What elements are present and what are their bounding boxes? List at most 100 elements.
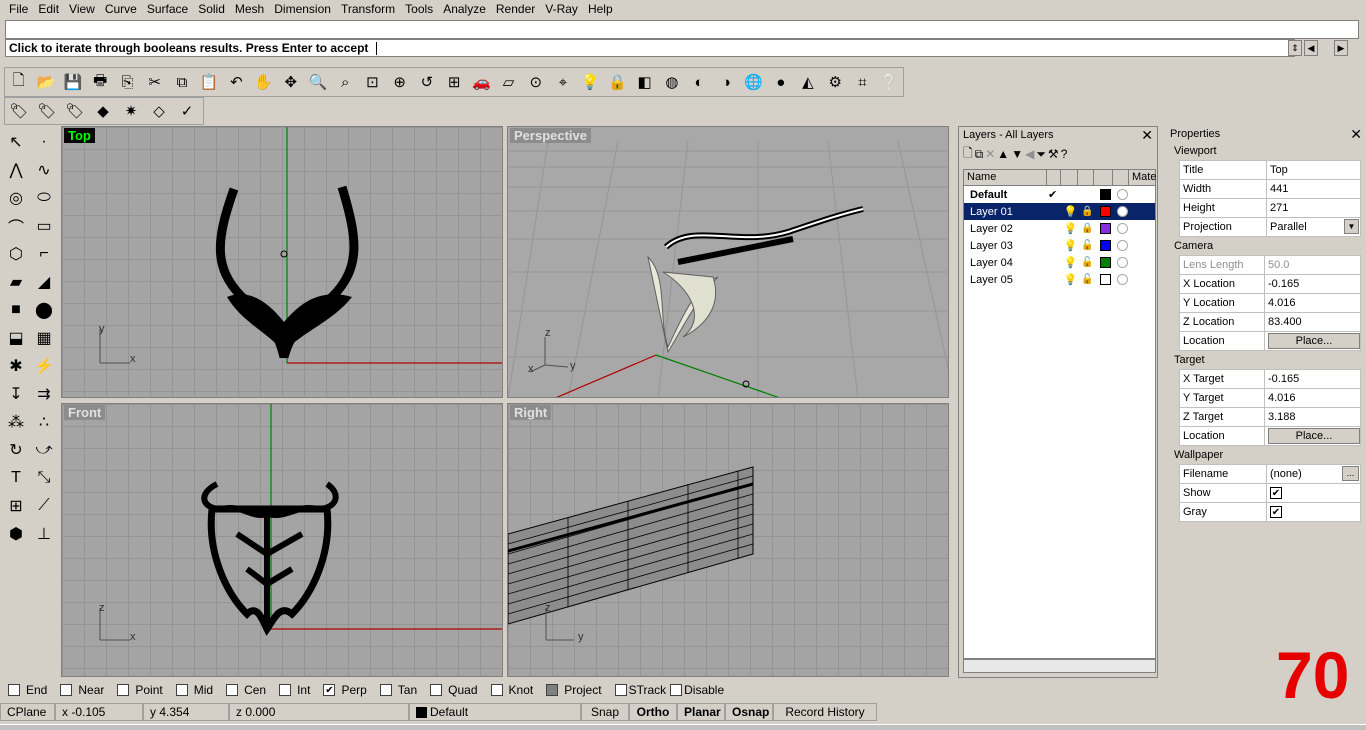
y-target-field[interactable]: 4.016 — [1264, 388, 1361, 408]
chevron-down-icon[interactable]: ▼ — [1344, 219, 1359, 234]
help-icon[interactable]: ? — [1061, 147, 1068, 161]
menu-render[interactable]: Render — [491, 2, 540, 16]
point-icon[interactable]: · — [30, 128, 58, 156]
column-name[interactable]: Name — [964, 170, 1047, 185]
checkbox[interactable] — [117, 683, 130, 696]
tag-icon[interactable]: 🏷 — [5, 97, 33, 125]
scale-icon[interactable]: ⤡ — [30, 464, 58, 492]
target-place-button[interactable]: Place... — [1268, 428, 1360, 444]
select-arrow-icon[interactable]: ↖ — [2, 128, 30, 156]
osnap-point[interactable]: Point — [117, 683, 163, 697]
copy-icon[interactable]: ⧉ — [168, 68, 195, 96]
new-layer-icon[interactable]: 🗋 — [963, 144, 973, 165]
lock-closed-icon[interactable]: 🔒 — [1079, 206, 1096, 217]
rebuild-icon[interactable]: ⤻ — [30, 436, 58, 464]
layer-list-scrollbar[interactable] — [963, 659, 1156, 673]
tag-outline-icon[interactable]: ◇ — [145, 97, 173, 125]
circle-icon[interactable]: ◎ — [2, 184, 30, 212]
rectangle-icon[interactable]: ▭ — [30, 212, 58, 240]
menu-dimension[interactable]: Dimension — [269, 2, 336, 16]
checkbox[interactable] — [226, 683, 239, 696]
osnap-mid[interactable]: Mid — [175, 683, 213, 697]
menu-edit[interactable]: Edit — [33, 2, 64, 16]
filename-field[interactable]: (none)... — [1266, 464, 1361, 484]
checkbox-filled[interactable] — [546, 683, 559, 696]
lock-open-icon[interactable]: 🔓 — [1079, 274, 1096, 285]
render-sphere-icon[interactable]: ● — [767, 68, 794, 96]
rotate-view-icon[interactable]: ✥ — [277, 68, 304, 96]
import-icon[interactable]: ⎘ — [114, 68, 141, 96]
surface-icon[interactable]: ▰ — [2, 268, 30, 296]
command-prompt[interactable]: Click to iterate through booleans result… — [5, 39, 1295, 57]
analyze-icon[interactable]: ⟋ — [30, 492, 58, 520]
y-location-field[interactable]: 4.016 — [1264, 293, 1361, 313]
gumball-icon[interactable]: ◭ — [794, 68, 821, 96]
material-circle-icon[interactable] — [1117, 240, 1128, 251]
box-solid-icon[interactable]: ■ — [2, 296, 30, 324]
camera-place-button[interactable]: Place... — [1268, 333, 1360, 349]
layer-color-swatch[interactable] — [1100, 223, 1111, 234]
cplane-indicator[interactable]: CPlane — [0, 703, 55, 721]
light-bulb-on-icon[interactable]: 💡 — [1062, 239, 1079, 252]
ellipse-icon[interactable]: ⬭ — [30, 184, 58, 212]
options-gear-icon[interactable]: ⚙ — [822, 68, 849, 96]
x-location-field[interactable]: -0.165 — [1264, 274, 1361, 294]
dimension-tool-icon[interactable]: ⊥ — [30, 520, 58, 548]
print-icon[interactable]: 🖶 — [87, 68, 114, 96]
layer-color-swatch[interactable] — [1100, 240, 1111, 251]
osnap-project[interactable]: Project — [546, 683, 602, 697]
osnap-cen[interactable]: Cen — [226, 683, 266, 697]
checkbox[interactable] — [430, 683, 443, 696]
layer-row-layer-01[interactable]: Layer 01 💡 🔒 — [964, 203, 1155, 220]
tools-hammer-icon[interactable]: ⚒ — [1048, 147, 1059, 161]
command-history[interactable] — [5, 20, 1359, 39]
zoom-window-icon[interactable]: ⌕ — [332, 68, 359, 96]
close-icon[interactable]: ✕ — [1350, 126, 1362, 143]
rotate-icon[interactable]: ↻ — [2, 436, 30, 464]
menu-tools[interactable]: Tools — [400, 2, 438, 16]
color-wheel-icon[interactable]: ◍ — [658, 68, 685, 96]
checkmark-circle-icon[interactable]: ✓ — [173, 97, 201, 125]
new-sublayer-icon[interactable]: ⧉ — [975, 147, 984, 162]
material-circle-icon[interactable] — [1117, 274, 1128, 285]
planar-toggle[interactable]: Planar — [677, 703, 725, 721]
car-icon[interactable]: 🚗 — [468, 68, 495, 96]
checkbox[interactable] — [379, 683, 392, 696]
light-bulb-off-icon[interactable]: 💡 — [1062, 205, 1079, 218]
mesh-icon[interactable]: ▦ — [30, 324, 58, 352]
move-up-icon[interactable]: ▲ — [997, 147, 1009, 161]
wireframe-sphere-icon[interactable]: ◑ — [713, 68, 740, 96]
checkbox[interactable] — [175, 683, 188, 696]
material-circle-icon[interactable] — [1117, 223, 1128, 234]
render-cube-icon[interactable]: ⬢ — [2, 520, 30, 548]
rendered-sphere-icon[interactable]: 🌐 — [740, 68, 767, 96]
cplane-icon[interactable]: ▱ — [495, 68, 522, 96]
paste-icon[interactable]: 📋 — [196, 68, 223, 96]
cube-icon[interactable]: ◆ — [89, 97, 117, 125]
current-layer-pane[interactable]: Default — [409, 703, 581, 721]
menu-analyze[interactable]: Analyze — [438, 2, 491, 16]
lock-icon[interactable]: 🔒 — [604, 68, 631, 96]
tag-icon-2[interactable]: 🏷 — [33, 97, 61, 125]
zoom-extents-icon[interactable]: ⊡ — [359, 68, 386, 96]
polygon-icon[interactable]: ⬡ — [2, 240, 30, 268]
arc-icon[interactable]: ⌒ — [2, 212, 30, 240]
light-bulb-on-icon[interactable]: 💡 — [1062, 273, 1079, 286]
light-bulb-icon[interactable]: 💡 — [577, 68, 604, 96]
height-field[interactable]: 271 — [1266, 198, 1361, 218]
dimension-icon[interactable]: ⌗ — [849, 68, 876, 96]
checkbox[interactable] — [490, 683, 503, 696]
save-icon[interactable]: 💾 — [59, 68, 86, 96]
select-icon[interactable]: ⊙ — [522, 68, 549, 96]
curve-icon[interactable]: ∿ — [30, 156, 58, 184]
layer-list[interactable]: Name Mate Default ✔ Layer 01 💡 🔒 Layer 0… — [963, 169, 1156, 659]
lock-closed-icon[interactable]: 🔒 — [1079, 223, 1096, 234]
material-circle-icon[interactable] — [1117, 189, 1128, 200]
layer-row-layer-03[interactable]: Layer 03 💡 🔓 — [964, 237, 1155, 254]
layer-color-swatch[interactable] — [1100, 206, 1111, 217]
boolean-icon[interactable]: ⚡ — [30, 352, 58, 380]
osnap-icon[interactable]: ⌖ — [549, 68, 576, 96]
viewport-top[interactable]: Top y x — [61, 126, 503, 398]
menu-help[interactable]: Help — [583, 2, 618, 16]
sun-icon[interactable]: ✷ — [117, 97, 145, 125]
